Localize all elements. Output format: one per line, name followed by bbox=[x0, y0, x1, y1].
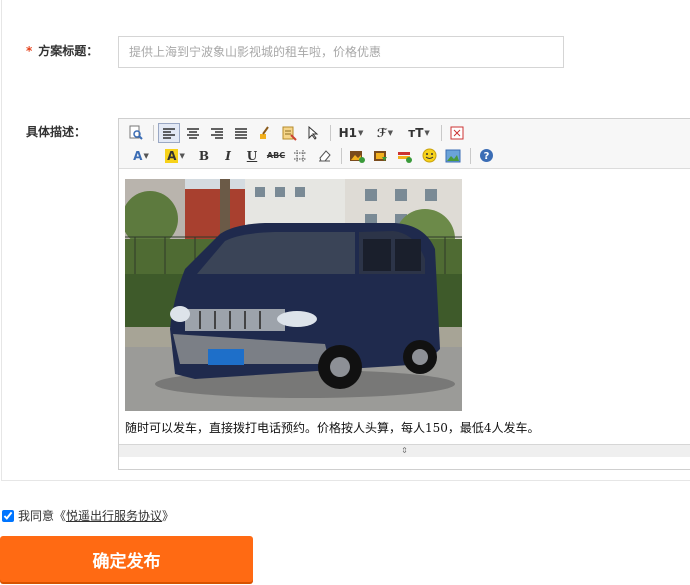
chevron-down-icon: ▼ bbox=[387, 128, 394, 137]
resize-grip-icon: ⇕ bbox=[401, 446, 408, 455]
paste-text-icon[interactable] bbox=[278, 123, 300, 143]
eraser-icon[interactable] bbox=[313, 146, 335, 166]
submit-publish-button[interactable]: 确定发布 bbox=[0, 536, 253, 582]
form-left-border bbox=[1, 0, 2, 480]
bold-label: B bbox=[198, 148, 210, 163]
font-family-dropdown[interactable]: ℱ ▼ bbox=[369, 123, 401, 143]
align-center-icon[interactable] bbox=[182, 123, 204, 143]
section-divider bbox=[1, 480, 690, 481]
font-size-label: тT bbox=[408, 125, 424, 140]
service-agreement-link[interactable]: 悦遥出行服务协议 bbox=[66, 507, 162, 524]
svg-text:?: ? bbox=[483, 151, 489, 162]
description-field-label: 具体描述： bbox=[26, 125, 87, 139]
chevron-down-icon: ▼ bbox=[143, 151, 149, 160]
strikethrough-button[interactable]: ABC bbox=[265, 146, 287, 166]
image-gallery-icon[interactable] bbox=[442, 146, 464, 166]
strikethrough-label: ABC bbox=[266, 151, 286, 160]
chevron-down-icon: ▼ bbox=[424, 128, 430, 137]
agreement-row: 我同意《 悦遥出行服务协议》 bbox=[2, 507, 174, 524]
required-mark: * bbox=[26, 44, 33, 58]
help-icon[interactable]: ? bbox=[475, 146, 497, 166]
title-input[interactable] bbox=[118, 36, 564, 68]
align-right-icon[interactable] bbox=[206, 123, 228, 143]
rich-text-editor[interactable]: H1 ▼ ℱ ▼ тT ▼ A ▼ A ▼ B I U ABC ? 随时可以发车… bbox=[118, 118, 690, 470]
toolbar-separator bbox=[470, 147, 471, 164]
insert-image-icon[interactable] bbox=[346, 146, 368, 166]
agreement-checkbox[interactable] bbox=[2, 509, 14, 522]
toolbar-row-1: H1 ▼ ℱ ▼ тT ▼ bbox=[125, 121, 690, 144]
font-color-label: A bbox=[133, 148, 143, 163]
chevron-down-icon: ▼ bbox=[358, 128, 364, 137]
font-color-dropdown[interactable]: A ▼ bbox=[125, 146, 157, 166]
italic-button[interactable]: I bbox=[217, 146, 239, 166]
agreement-prefix: 我同意《 bbox=[18, 509, 67, 523]
background-color-label: A bbox=[165, 148, 179, 163]
insert-flash-icon[interactable] bbox=[370, 146, 392, 166]
fullscreen-icon[interactable] bbox=[446, 123, 468, 143]
italic-label: I bbox=[225, 148, 231, 163]
editor-content-area[interactable]: 随时可以发车，直接拨打电话预约。价格按人头算，每人150，最低4人发车。 ⇕ bbox=[119, 169, 690, 457]
description-content-text: 随时可以发车，直接拨打电话预约。价格按人头算，每人150，最低4人发车。 bbox=[125, 421, 540, 435]
title-label-text: 方案标题： bbox=[38, 44, 99, 58]
align-left-icon[interactable] bbox=[158, 122, 180, 143]
toolbar-separator bbox=[441, 124, 442, 141]
toolbar-separator bbox=[330, 124, 331, 141]
align-justify-icon[interactable] bbox=[230, 123, 252, 143]
chevron-down-icon: ▼ bbox=[179, 151, 185, 160]
underline-label: U bbox=[246, 148, 258, 163]
minivan-photo bbox=[125, 179, 462, 411]
editor-toolbar: H1 ▼ ℱ ▼ тT ▼ A ▼ A ▼ B I U ABC ? bbox=[119, 119, 690, 169]
underline-button[interactable]: U bbox=[241, 146, 263, 166]
font-size-dropdown[interactable]: тT ▼ bbox=[403, 123, 435, 143]
table-icon[interactable] bbox=[289, 146, 311, 166]
format-brush-icon[interactable] bbox=[254, 123, 276, 143]
toolbar-separator bbox=[153, 124, 154, 141]
toolbar-separator bbox=[341, 147, 342, 164]
emoticon-icon[interactable] bbox=[418, 146, 440, 166]
heading-dropdown[interactable]: H1 ▼ bbox=[335, 123, 367, 143]
insert-media-icon[interactable] bbox=[394, 146, 416, 166]
font-family-label: ℱ bbox=[376, 125, 387, 140]
select-all-icon[interactable] bbox=[302, 123, 324, 143]
heading-label: H1 bbox=[338, 125, 357, 140]
background-color-dropdown[interactable]: A ▼ bbox=[159, 146, 191, 166]
preview-icon[interactable] bbox=[125, 123, 147, 143]
title-field-label: * 方案标题： bbox=[26, 42, 98, 59]
bold-button[interactable]: B bbox=[193, 146, 215, 166]
agreement-suffix: 》 bbox=[162, 509, 175, 523]
editor-resize-handle[interactable]: ⇕ bbox=[119, 444, 690, 457]
toolbar-row-2: A ▼ A ▼ B I U ABC ? bbox=[125, 144, 690, 167]
